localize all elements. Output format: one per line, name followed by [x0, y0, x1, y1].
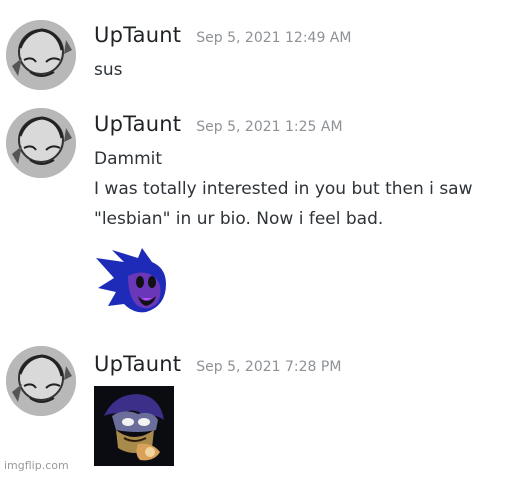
avatar-icon	[6, 20, 76, 90]
username[interactable]: UpTaunt	[94, 112, 181, 136]
avatar-icon	[6, 346, 76, 416]
timestamp: Sep 5, 2021 1:25 AM	[196, 119, 343, 135]
image-attachment[interactable]	[94, 386, 174, 466]
user-avatar[interactable]	[6, 108, 76, 178]
message-text: "lesbian" in ur bio. Now i feel bad.	[94, 209, 384, 229]
user-avatar[interactable]	[6, 346, 76, 416]
username[interactable]: UpTaunt	[94, 23, 181, 47]
message-text: sus	[94, 60, 123, 80]
username[interactable]: UpTaunt	[94, 352, 181, 376]
avatar-icon	[6, 108, 76, 178]
message-text: I was totally interested in you but then…	[94, 179, 473, 199]
timestamp: Sep 5, 2021 7:28 PM	[196, 359, 342, 375]
image-attachment-icon	[94, 386, 174, 466]
sonic-emoji-icon	[96, 248, 166, 313]
watermark: imgflip.com	[4, 459, 69, 472]
timestamp: Sep 5, 2021 12:49 AM	[196, 30, 352, 46]
user-avatar[interactable]	[6, 20, 76, 90]
message-text: Dammit	[94, 149, 163, 169]
custom-emoji-sonic-head[interactable]	[94, 248, 174, 318]
